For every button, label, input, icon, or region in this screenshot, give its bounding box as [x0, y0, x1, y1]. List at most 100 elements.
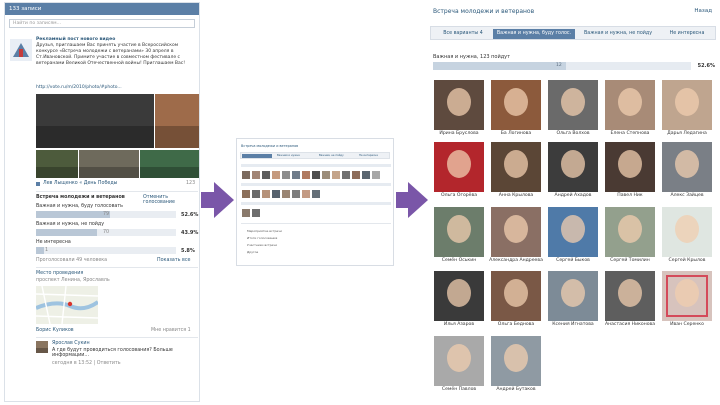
mini-avatar[interactable] — [262, 171, 270, 179]
commenter-avatar[interactable] — [36, 341, 48, 353]
voter-name[interactable]: Сергей Томилин — [602, 258, 658, 263]
tab-important-going[interactable]: Важная и нужна, буду голос. — [493, 29, 575, 39]
voter-avatar[interactable] — [662, 142, 712, 192]
post-photo-small-2[interactable] — [79, 150, 139, 178]
voter-avatar[interactable] — [605, 80, 655, 130]
voter-name[interactable]: Иван Серенко — [659, 322, 715, 327]
voter-name[interactable]: Елена Степнова — [602, 131, 658, 136]
voter-name[interactable]: Ирина Бруслова — [431, 131, 487, 136]
voter-avatar[interactable] — [548, 207, 598, 257]
voter-name[interactable]: Анастасия Никонова — [602, 322, 658, 327]
mini-avatar[interactable] — [252, 171, 260, 179]
mini-avatar[interactable] — [352, 171, 360, 179]
voter-avatar[interactable] — [548, 80, 598, 130]
author-link[interactable]: Борис Куликов — [36, 328, 74, 333]
voter-avatar[interactable] — [662, 271, 712, 321]
map-thumbnail[interactable] — [36, 286, 98, 324]
mini-avatar[interactable] — [272, 171, 280, 179]
voter-name[interactable]: Илья Азаров — [431, 322, 487, 327]
wall-search-input[interactable]: Найти по записям... — [9, 19, 195, 28]
post-photo-small-1[interactable] — [36, 150, 78, 178]
voter-name[interactable]: Сергей Крылов — [659, 258, 715, 263]
likes-count[interactable]: 123 — [186, 181, 195, 186]
voter-name[interactable]: Дарья Ледагина — [659, 131, 715, 136]
wall-header[interactable]: 133 записи — [5, 3, 199, 15]
mini-avatar[interactable] — [362, 171, 370, 179]
voter-avatar[interactable] — [491, 336, 541, 386]
voter-name[interactable]: Сергей Быков — [545, 258, 601, 263]
voter-avatar[interactable] — [491, 271, 541, 321]
voter-name[interactable]: Андрей Бутаков — [488, 387, 544, 392]
mini-row[interactable]: Другое — [247, 250, 258, 254]
mini-avatar[interactable] — [282, 171, 290, 179]
mini-avatar[interactable] — [312, 190, 320, 198]
tab-important-not-going[interactable]: Важная и нужна, не пойду — [578, 29, 658, 39]
mini-avatar[interactable] — [302, 171, 310, 179]
voter-avatar[interactable] — [434, 80, 484, 130]
play-icon[interactable] — [36, 182, 40, 186]
mini-avatar[interactable] — [292, 171, 300, 179]
poll-cancel-link[interactable]: Отменить голосование — [143, 195, 199, 205]
post-photo-small-3[interactable] — [140, 150, 199, 178]
mini-avatar[interactable] — [272, 190, 280, 198]
mini-row[interactable]: Мероприятие встречи — [247, 229, 282, 233]
voter-name[interactable]: Андрей Ахадов — [545, 193, 601, 198]
voter-name[interactable]: Ксения Игнатова — [545, 322, 601, 327]
mini-avatar[interactable] — [302, 190, 310, 198]
mini-avatar[interactable] — [252, 209, 260, 217]
mini-avatar[interactable] — [332, 171, 340, 179]
voter-avatar[interactable] — [605, 207, 655, 257]
mini-avatar[interactable] — [242, 190, 250, 198]
post-photo-side[interactable] — [155, 94, 199, 148]
mini-avatar[interactable] — [292, 190, 300, 198]
voter-name[interactable]: Ольга Огорёва — [431, 193, 487, 198]
mini-avatar[interactable] — [342, 171, 350, 179]
audio-title[interactable]: Лев Лыщенко « День Победы — [43, 181, 117, 186]
voter-name[interactable]: Семён Оськин — [431, 258, 487, 263]
voter-name[interactable]: Ольга Беднова — [488, 322, 544, 327]
voter-name[interactable]: Алекс Зайцев — [659, 193, 715, 198]
mini-tab[interactable]: Важная, не пойду — [319, 154, 344, 157]
voter-avatar[interactable] — [491, 207, 541, 257]
mini-avatar[interactable] — [312, 171, 320, 179]
voter-name[interactable]: Ба Логинова — [488, 131, 544, 136]
back-link[interactable]: Назад — [694, 8, 712, 14]
voter-avatar[interactable] — [491, 142, 541, 192]
voter-avatar[interactable] — [662, 80, 712, 130]
poll-show-all-link[interactable]: Показать все — [157, 258, 190, 263]
voter-name[interactable]: Анна Крылова — [488, 193, 544, 198]
mini-tab[interactable]: Важная и нужна — [277, 154, 300, 157]
voter-avatar[interactable] — [491, 80, 541, 130]
voter-name[interactable]: Ольга Волхов — [545, 131, 601, 136]
mini-avatar[interactable] — [282, 190, 290, 198]
mini-avatar[interactable] — [252, 190, 260, 198]
voter-name[interactable]: Павел Ник — [602, 193, 658, 198]
commenter-name[interactable]: Ярослав Сукин — [52, 341, 90, 346]
mini-avatar[interactable] — [372, 171, 380, 179]
voter-avatar[interactable] — [605, 271, 655, 321]
voter-name[interactable]: Семён Павлов — [431, 387, 487, 392]
comment-meta[interactable]: сегодня в 13:52 | Ответить — [52, 361, 121, 366]
author-like-count[interactable]: Мне нравится 1 — [151, 328, 191, 333]
tab-all[interactable]: Все варианты 4 — [434, 29, 492, 39]
mini-tab-active[interactable] — [242, 154, 272, 158]
voter-name[interactable]: Александра Андреева — [488, 258, 544, 263]
community-logo-icon[interactable] — [10, 39, 32, 61]
post-link[interactable]: http://vote.ru/m/2010/photo/#photo... — [36, 85, 122, 90]
voter-avatar[interactable] — [434, 271, 484, 321]
voter-avatar[interactable] — [605, 142, 655, 192]
mini-avatar[interactable] — [242, 171, 250, 179]
mini-tab[interactable]: Не интересна — [359, 154, 378, 157]
tab-not-interested[interactable]: Не интересна — [659, 29, 715, 39]
voter-avatar[interactable] — [434, 207, 484, 257]
mini-avatar[interactable] — [262, 190, 270, 198]
post-title[interactable]: Рекламный пост нового видео — [36, 37, 115, 42]
post-photo-main[interactable] — [36, 94, 154, 148]
location-link[interactable]: Место проведения — [36, 271, 83, 276]
voter-avatar[interactable] — [434, 336, 484, 386]
mini-row[interactable]: Итоги голосования — [247, 236, 277, 240]
mini-row[interactable]: Участники встречи — [247, 243, 277, 247]
voter-avatar[interactable] — [548, 271, 598, 321]
voter-avatar[interactable] — [548, 142, 598, 192]
mini-avatar[interactable] — [242, 209, 250, 217]
